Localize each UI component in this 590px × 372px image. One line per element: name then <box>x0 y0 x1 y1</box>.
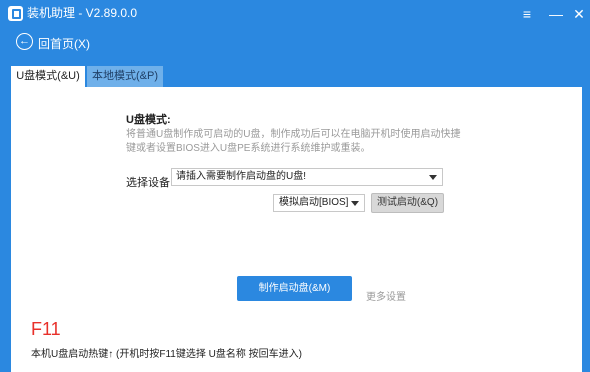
hotkey-description: 本机U盘启动热键↑ (开机时按F11键选择 U盘名称 按回车进入) <box>31 349 302 360</box>
device-label: 选择设备: <box>126 177 174 189</box>
title-bar: 装机助理 - V2.89.0.0 ≡ — ✕ <box>0 0 590 28</box>
boot-mode-value: 模拟启动[BIOS] <box>279 197 349 208</box>
mode-description: 将普通U盘制作成可启动的U盘，制作成功后可以在电脑开机时使用启动快捷键或者设置B… <box>126 129 461 154</box>
chevron-down-icon <box>351 201 359 206</box>
test-boot-button[interactable]: 测试启动(&Q) <box>371 193 444 213</box>
minimize-icon[interactable]: — <box>545 3 567 25</box>
tab-u-disk-mode[interactable]: U盘模式(&U) <box>11 66 85 87</box>
app-logo-icon <box>8 6 23 21</box>
section-title: U盘模式: <box>126 114 171 126</box>
app-title: 装机助理 - V2.89.0.0 <box>27 6 138 20</box>
chevron-down-icon <box>429 175 437 180</box>
boot-mode-select[interactable]: 模拟启动[BIOS] <box>273 194 365 212</box>
back-home-link[interactable]: 回首页(X) <box>38 35 90 52</box>
tab-local-mode[interactable]: 本地模式(&P) <box>87 66 163 87</box>
back-bar: ← 回首页(X) <box>0 28 590 60</box>
back-arrow-icon[interactable]: ← <box>16 33 33 50</box>
hotkey-label: F11 <box>31 319 61 339</box>
more-settings-link[interactable]: 更多设置 <box>366 288 406 303</box>
main-panel: U盘模式: 将普通U盘制作成可启动的U盘，制作成功后可以在电脑开机时使用启动快捷… <box>11 87 582 372</box>
menu-icon[interactable]: ≡ <box>516 3 538 25</box>
device-select-value: 请插入需要制作启动盘的U盘! <box>176 171 306 182</box>
make-boot-disk-button[interactable]: 制作启动盘(&M) <box>237 276 352 301</box>
device-select[interactable]: 请插入需要制作启动盘的U盘! <box>171 168 443 186</box>
close-icon[interactable]: ✕ <box>568 3 590 25</box>
